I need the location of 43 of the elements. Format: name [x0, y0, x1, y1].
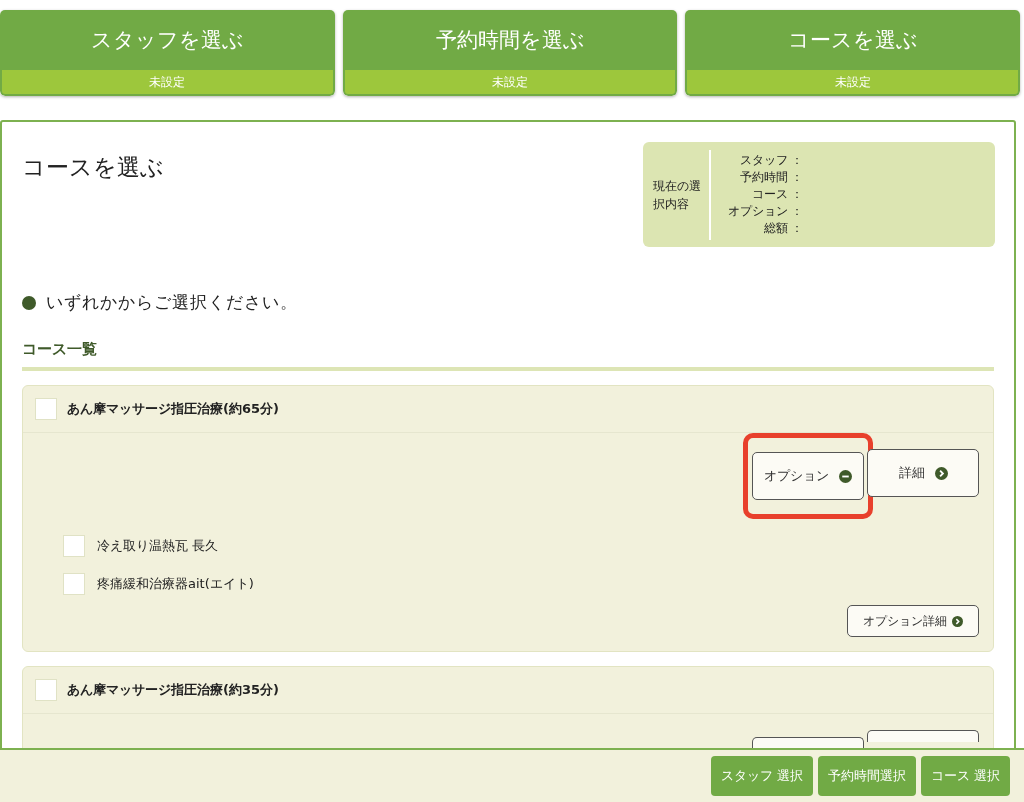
course-name: あん摩マッサージ指圧治療(約35分) — [67, 681, 279, 699]
step-status: 未設定 — [685, 70, 1020, 96]
step-select-button[interactable]: 予約時間選択 — [817, 756, 916, 796]
minus-circle-icon — [839, 469, 852, 483]
option-button[interactable] — [752, 737, 864, 749]
step-title: スタッフを選ぶ — [0, 10, 335, 70]
summary-colon: ： — [791, 152, 803, 169]
option-label: 冷え取り温熱瓦 長久 — [97, 537, 219, 555]
course-checkbox[interactable] — [35, 398, 57, 420]
summary-label: 総額 — [764, 220, 788, 237]
step-tab[interactable]: スタッフを選ぶ 未設定 — [0, 10, 335, 96]
summary-label: オプション — [728, 203, 788, 220]
detail-button[interactable] — [867, 730, 979, 742]
summary-colon: ： — [791, 186, 803, 203]
detail-button[interactable]: 詳細 — [867, 449, 979, 497]
course-name: あん摩マッサージ指圧治療(約65分) — [67, 400, 279, 418]
summary-label: コース — [752, 186, 788, 203]
step-tab[interactable]: 予約時間を選ぶ 未設定 — [342, 10, 678, 96]
option-checkbox[interactable] — [63, 573, 85, 595]
step-select-button[interactable]: スタッフ 選択 — [710, 756, 813, 796]
step-tab[interactable]: コースを選ぶ 未設定 — [685, 10, 1020, 96]
chevron-circle-icon — [952, 615, 963, 627]
course-checkbox[interactable] — [35, 679, 57, 701]
summary-label: スタッフ — [740, 152, 788, 169]
section-title: コース一覧 — [22, 340, 994, 371]
option-detail-button[interactable]: オプション詳細 — [847, 605, 979, 637]
instruction-text: いずれかからご選択ください。 — [46, 291, 298, 314]
summary-colon: ： — [791, 203, 803, 220]
summary-colon: ： — [791, 220, 803, 237]
step-select-button[interactable]: コース 選択 — [920, 756, 1010, 796]
summary-heading: 現在の選択内容 — [653, 149, 711, 240]
option-checkbox[interactable] — [63, 535, 85, 557]
step-status: 未設定 — [342, 70, 678, 96]
step-title: コースを選ぶ — [685, 10, 1020, 70]
summary-colon: ： — [791, 169, 803, 186]
step-status: 未設定 — [0, 70, 335, 96]
chevron-circle-icon — [934, 466, 948, 480]
bullet-icon — [22, 295, 36, 310]
option-label: 疼痛緩和治療器ait(エイト) — [97, 575, 254, 593]
summary-label: 予約時間 — [740, 169, 788, 186]
step-title: 予約時間を選ぶ — [342, 10, 678, 70]
option-button[interactable]: オプション — [752, 452, 864, 500]
page-title: コースを選ぶ — [22, 153, 164, 182]
